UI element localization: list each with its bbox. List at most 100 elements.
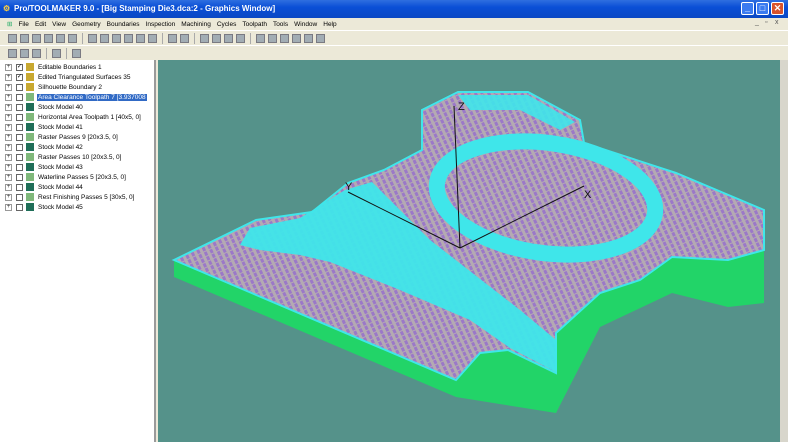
expand-icon[interactable]: +: [5, 73, 12, 81]
toolpath-icon: [26, 133, 34, 141]
visibility-checkbox[interactable]: ✓: [16, 73, 23, 81]
visibility-checkbox[interactable]: [16, 173, 23, 181]
visibility-checkbox[interactable]: [16, 103, 23, 111]
file-toolbar-button-icon[interactable]: [8, 48, 17, 58]
menu-help[interactable]: Help: [320, 21, 339, 28]
tree-item-label: Raster Passes 9 [20x3.5, 0]: [38, 133, 118, 141]
tree-item[interactable]: + ✓ Edited Triangulated Surfaces 35: [0, 72, 132, 82]
visibility-checkbox[interactable]: [16, 123, 23, 131]
tree-item[interactable]: + Stock Model 45: [0, 202, 84, 212]
menu-edit[interactable]: Edit: [32, 21, 49, 28]
toolbar-button-icon[interactable]: [200, 33, 209, 43]
visibility-checkbox[interactable]: [16, 93, 23, 101]
expand-icon[interactable]: +: [5, 83, 12, 91]
tree-item[interactable]: + Stock Model 43: [0, 162, 84, 172]
maximize-button[interactable]: □: [756, 2, 769, 15]
expand-icon[interactable]: +: [5, 123, 12, 131]
expand-icon[interactable]: +: [5, 173, 12, 181]
toolbar-button-icon[interactable]: [56, 33, 65, 43]
file-toolbar-button-icon[interactable]: [20, 48, 29, 58]
tree-item[interactable]: + Horizontal Area Toolpath 1 [40x5, 0]: [0, 112, 142, 122]
expand-icon[interactable]: +: [5, 203, 12, 211]
tree-item[interactable]: + Raster Passes 9 [20x3.5, 0]: [0, 132, 119, 142]
visibility-checkbox[interactable]: [16, 83, 23, 91]
graphics-window[interactable]: Z X Y: [158, 60, 780, 442]
expand-icon[interactable]: +: [5, 183, 12, 191]
tree-item[interactable]: + ✓ Editable Boundaries 1: [0, 62, 103, 72]
visibility-checkbox[interactable]: [16, 113, 23, 121]
tree-item[interactable]: + Waterline Passes 5 [20x3.5, 0]: [0, 172, 127, 182]
toolbar-button-icon[interactable]: [148, 33, 157, 43]
menu-geometry[interactable]: Geometry: [69, 21, 104, 28]
mdi-close-button[interactable]: x: [775, 19, 779, 26]
menu-inspection[interactable]: Inspection: [143, 21, 179, 28]
toolbar-button-icon[interactable]: [20, 33, 29, 43]
toolbar-button-icon[interactable]: [268, 33, 277, 43]
toolbar-button-icon[interactable]: [316, 33, 325, 43]
mdi-minimize-button[interactable]: _: [755, 19, 759, 26]
visibility-checkbox[interactable]: [16, 203, 23, 211]
close-button[interactable]: ✕: [771, 2, 784, 15]
toolbar-button-icon[interactable]: [68, 33, 77, 43]
menu-window[interactable]: Window: [291, 21, 320, 28]
toolbar-button-icon[interactable]: [136, 33, 145, 43]
toolbar-button-icon[interactable]: [236, 33, 245, 43]
expand-icon[interactable]: +: [5, 193, 12, 201]
tree-item[interactable]: + Raster Passes 10 [20x3.5, 0]: [0, 152, 122, 162]
tree-item-label: Waterline Passes 5 [20x3.5, 0]: [38, 173, 126, 181]
mdi-restore-button[interactable]: ▫: [765, 19, 767, 26]
toolbar-button-icon[interactable]: [100, 33, 109, 43]
visibility-checkbox[interactable]: ✓: [16, 63, 23, 71]
expand-icon[interactable]: +: [5, 63, 12, 71]
toolbar-button-icon[interactable]: [44, 33, 53, 43]
toolbar-button-icon[interactable]: [256, 33, 265, 43]
tree-item[interactable]: + Stock Model 42: [0, 142, 84, 152]
expand-icon[interactable]: +: [5, 113, 12, 121]
expand-icon[interactable]: +: [5, 153, 12, 161]
tree-item[interactable]: + Silhouette Boundary 2: [0, 82, 103, 92]
toolbar-button-icon[interactable]: [168, 33, 177, 43]
tree-item[interactable]: + Area Clearance Toolpath 7 [3.937008: [0, 92, 147, 102]
toolbar-separator: [46, 47, 47, 59]
menu-boundaries[interactable]: Boundaries: [104, 21, 143, 28]
toolbar-button-icon[interactable]: [212, 33, 221, 43]
expand-icon[interactable]: +: [5, 93, 12, 101]
menu-machining[interactable]: Machining: [178, 21, 214, 28]
toolbar-button-icon[interactable]: [280, 33, 289, 43]
menu-toolpath[interactable]: Toolpath: [239, 21, 270, 28]
expand-icon[interactable]: +: [5, 103, 12, 111]
menu-view[interactable]: View: [49, 21, 69, 28]
visibility-checkbox[interactable]: [16, 153, 23, 161]
visibility-checkbox[interactable]: [16, 183, 23, 191]
visibility-checkbox[interactable]: [16, 133, 23, 141]
file-toolbar-button-icon[interactable]: [72, 48, 81, 58]
file-toolbar-button-icon[interactable]: [52, 48, 61, 58]
toolbar-button-icon[interactable]: [292, 33, 301, 43]
doc-icon[interactable]: ⊞: [4, 20, 15, 28]
stock-icon: [26, 163, 34, 171]
menu-cycles[interactable]: Cycles: [214, 21, 240, 28]
toolbar-button-icon[interactable]: [124, 33, 133, 43]
model-view[interactable]: Z X Y: [158, 60, 780, 442]
toolbar-button-icon[interactable]: [32, 33, 41, 43]
toolbar-button-icon[interactable]: [112, 33, 121, 43]
toolbar-button-icon[interactable]: [88, 33, 97, 43]
expand-icon[interactable]: +: [5, 163, 12, 171]
tree-item[interactable]: + Rest Finishing Passes 5 [30x5, 0]: [0, 192, 135, 202]
expand-icon[interactable]: +: [5, 133, 12, 141]
menu-file[interactable]: File: [15, 21, 31, 28]
minimize-button[interactable]: _: [741, 2, 754, 15]
toolbar-button-icon[interactable]: [224, 33, 233, 43]
visibility-checkbox[interactable]: [16, 193, 23, 201]
tree-item[interactable]: + Stock Model 44: [0, 182, 84, 192]
tree-item[interactable]: + Stock Model 40: [0, 102, 84, 112]
file-toolbar-button-icon[interactable]: [32, 48, 41, 58]
toolbar-button-icon[interactable]: [8, 33, 17, 43]
expand-icon[interactable]: +: [5, 143, 12, 151]
visibility-checkbox[interactable]: [16, 143, 23, 151]
tree-item[interactable]: + Stock Model 41: [0, 122, 84, 132]
toolbar-button-icon[interactable]: [304, 33, 313, 43]
visibility-checkbox[interactable]: [16, 163, 23, 171]
menu-tools[interactable]: Tools: [270, 21, 291, 28]
toolbar-button-icon[interactable]: [180, 33, 189, 43]
